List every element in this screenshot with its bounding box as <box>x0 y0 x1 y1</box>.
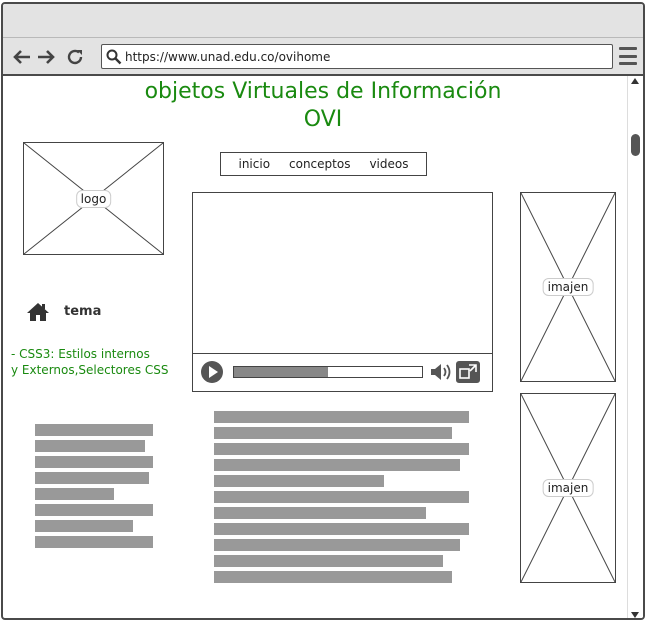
window-titlebar <box>3 4 643 38</box>
logo-label: logo <box>75 189 112 208</box>
text-placeholder-bar <box>35 472 149 484</box>
url-input[interactable] <box>125 49 595 64</box>
back-icon[interactable] <box>11 46 33 68</box>
logo-placeholder: logo <box>23 142 164 255</box>
image-label-top: imajen <box>542 278 594 296</box>
video-player[interactable] <box>192 192 493 392</box>
volume-icon[interactable] <box>430 362 452 382</box>
forward-icon[interactable] <box>35 46 57 68</box>
text-placeholder-bar <box>214 475 384 487</box>
text-placeholder-bar <box>214 571 452 583</box>
text-placeholder-bar <box>214 491 469 503</box>
reload-icon[interactable] <box>64 46 86 68</box>
nav-inicio[interactable]: inicio <box>238 157 270 171</box>
text-placeholder-bar <box>35 536 153 548</box>
search-icon <box>106 49 122 64</box>
text-placeholder-bar <box>35 504 153 516</box>
text-placeholder-bar <box>35 440 145 452</box>
video-progress-fill <box>234 367 328 377</box>
page-title-line2: OVI <box>303 107 343 132</box>
image-label-bottom: imajen <box>542 479 594 497</box>
menu-icon[interactable] <box>619 47 637 65</box>
play-icon[interactable] <box>201 361 223 383</box>
text-placeholder-bar <box>214 411 469 423</box>
topic-text: - CSS3: Estilos internos y Externos,Sele… <box>11 347 169 377</box>
image-placeholder-bottom: imajen <box>520 393 616 583</box>
text-placeholder-bar <box>214 523 469 535</box>
video-controls <box>193 353 492 391</box>
scroll-down-icon[interactable] <box>631 612 639 618</box>
text-placeholder-bar <box>35 424 153 436</box>
tema-label: tema <box>64 304 102 319</box>
text-placeholder-bar <box>214 459 460 471</box>
text-placeholder-bar <box>35 520 133 532</box>
nav-conceptos[interactable]: conceptos <box>289 157 350 171</box>
video-progress-bar[interactable] <box>233 366 423 378</box>
home-icon[interactable] <box>27 302 49 322</box>
browser-window: objetos Virtuales de Información OVI log… <box>1 2 645 620</box>
fullscreen-icon[interactable] <box>456 361 480 383</box>
image-placeholder-top: imajen <box>520 192 616 382</box>
address-bar[interactable] <box>101 44 613 69</box>
main-nav: inicio conceptos videos <box>220 152 427 176</box>
text-placeholder-bar <box>214 555 443 567</box>
page-title-line1: objetos Virtuales de Información <box>144 79 502 104</box>
text-placeholder-bar <box>214 507 426 519</box>
text-placeholder-bar <box>214 539 460 551</box>
page-title: objetos Virtuales de Información OVI <box>3 78 643 134</box>
text-placeholder-bar <box>214 443 469 455</box>
text-placeholder-bar <box>214 427 452 439</box>
scroll-thumb[interactable] <box>631 134 640 156</box>
vertical-scrollbar[interactable] <box>627 76 643 618</box>
nav-videos[interactable]: videos <box>369 157 408 171</box>
text-placeholder-bar <box>35 488 114 500</box>
browser-toolbar <box>3 38 643 76</box>
text-placeholder-bar <box>35 456 153 468</box>
